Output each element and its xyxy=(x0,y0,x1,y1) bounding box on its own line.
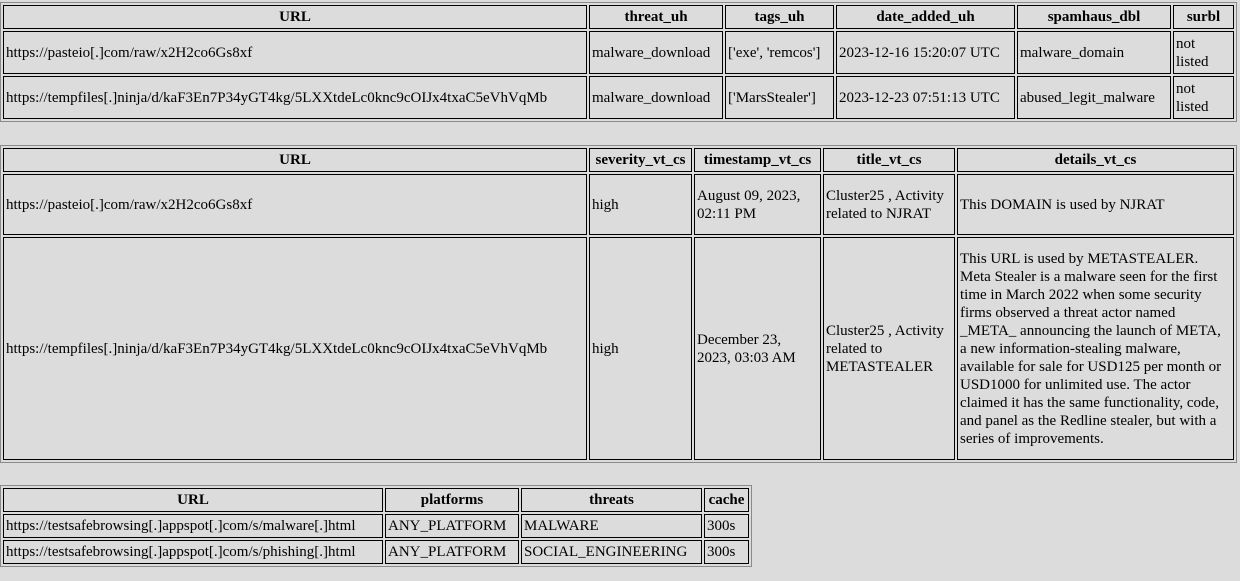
cell-url: https://pasteio[.]com/raw/x2H2co6Gs8xf xyxy=(3,174,587,235)
cell-date-added: 2023-12-23 07:51:13 UTC xyxy=(836,76,1015,119)
cell-spamhaus: malware_domain xyxy=(1017,31,1171,74)
column-header-cache: cache xyxy=(704,488,749,512)
cell-severity: high xyxy=(589,174,692,235)
table-row: https://tempfiles[.]ninja/d/kaF3En7P34yG… xyxy=(3,237,1234,460)
column-header-surbl: surbl xyxy=(1173,5,1234,29)
table-row: https://testsafebrowsing[.]appspot[.]com… xyxy=(3,540,749,564)
column-header-url: URL xyxy=(3,488,383,512)
column-header-details: details_vt_cs xyxy=(957,148,1234,172)
cell-threats: MALWARE xyxy=(521,514,702,538)
cell-spamhaus: abused_legit_malware xyxy=(1017,76,1171,119)
cell-details: This DOMAIN is used by NJRAT xyxy=(957,174,1234,235)
cell-details: This URL is used by METASTEALER. Meta St… xyxy=(957,237,1234,460)
cell-url: https://testsafebrowsing[.]appspot[.]com… xyxy=(3,540,383,564)
column-header-url: URL xyxy=(3,148,587,172)
table-row: https://tempfiles[.]ninja/d/kaF3En7P34yG… xyxy=(3,76,1234,119)
table-row: https://pasteio[.]com/raw/x2H2co6Gs8xf h… xyxy=(3,174,1234,235)
cell-cache: 300s xyxy=(704,514,749,538)
table-row: https://pasteio[.]com/raw/x2H2co6Gs8xf m… xyxy=(3,31,1234,74)
column-header-threats: threats xyxy=(521,488,702,512)
cell-title: Cluster25 , Activity related to METASTEA… xyxy=(823,237,955,460)
cell-date-added: 2023-12-16 15:20:07 UTC xyxy=(836,31,1015,74)
column-header-platforms: platforms xyxy=(385,488,519,512)
column-header-timestamp: timestamp_vt_cs xyxy=(694,148,821,172)
cell-url: https://testsafebrowsing[.]appspot[.]com… xyxy=(3,514,383,538)
cell-tags: ['exe', 'remcos'] xyxy=(725,31,834,74)
column-header-title: title_vt_cs xyxy=(823,148,955,172)
cell-surbl: not listed xyxy=(1173,76,1234,119)
cell-cache: 300s xyxy=(704,540,749,564)
column-header-threat: threat_uh xyxy=(589,5,723,29)
cell-title: Cluster25 , Activity related to NJRAT xyxy=(823,174,955,235)
column-header-tags: tags_uh xyxy=(725,5,834,29)
urlhaus-table: URL threat_uh tags_uh date_added_uh spam… xyxy=(0,2,1237,122)
table-row: https://testsafebrowsing[.]appspot[.]com… xyxy=(3,514,749,538)
column-header-date-added: date_added_uh xyxy=(836,5,1015,29)
cell-url: https://tempfiles[.]ninja/d/kaF3En7P34yG… xyxy=(3,76,587,119)
cell-platforms: ANY_PLATFORM xyxy=(385,514,519,538)
cell-timestamp: August 09, 2023, 02:11 PM xyxy=(694,174,821,235)
cell-threat: malware_download xyxy=(589,76,723,119)
column-header-severity: severity_vt_cs xyxy=(589,148,692,172)
cell-threats: SOCIAL_ENGINEERING xyxy=(521,540,702,564)
cell-url: https://pasteio[.]com/raw/x2H2co6Gs8xf xyxy=(3,31,587,74)
cell-severity: high xyxy=(589,237,692,460)
cell-timestamp: December 23, 2023, 03:03 AM xyxy=(694,237,821,460)
table-header-row: URL severity_vt_cs timestamp_vt_cs title… xyxy=(3,148,1234,172)
cell-surbl: not listed xyxy=(1173,31,1234,74)
column-header-url: URL xyxy=(3,5,587,29)
cell-platforms: ANY_PLATFORM xyxy=(385,540,519,564)
virustotal-table: URL severity_vt_cs timestamp_vt_cs title… xyxy=(0,145,1237,463)
safebrowsing-table: URL platforms threats cache https://test… xyxy=(0,485,752,567)
table-header-row: URL platforms threats cache xyxy=(3,488,749,512)
table-header-row: URL threat_uh tags_uh date_added_uh spam… xyxy=(3,5,1234,29)
column-header-spamhaus: spamhaus_dbl xyxy=(1017,5,1171,29)
cell-url: https://tempfiles[.]ninja/d/kaF3En7P34yG… xyxy=(3,237,587,460)
cell-tags: ['MarsStealer'] xyxy=(725,76,834,119)
cell-threat: malware_download xyxy=(589,31,723,74)
